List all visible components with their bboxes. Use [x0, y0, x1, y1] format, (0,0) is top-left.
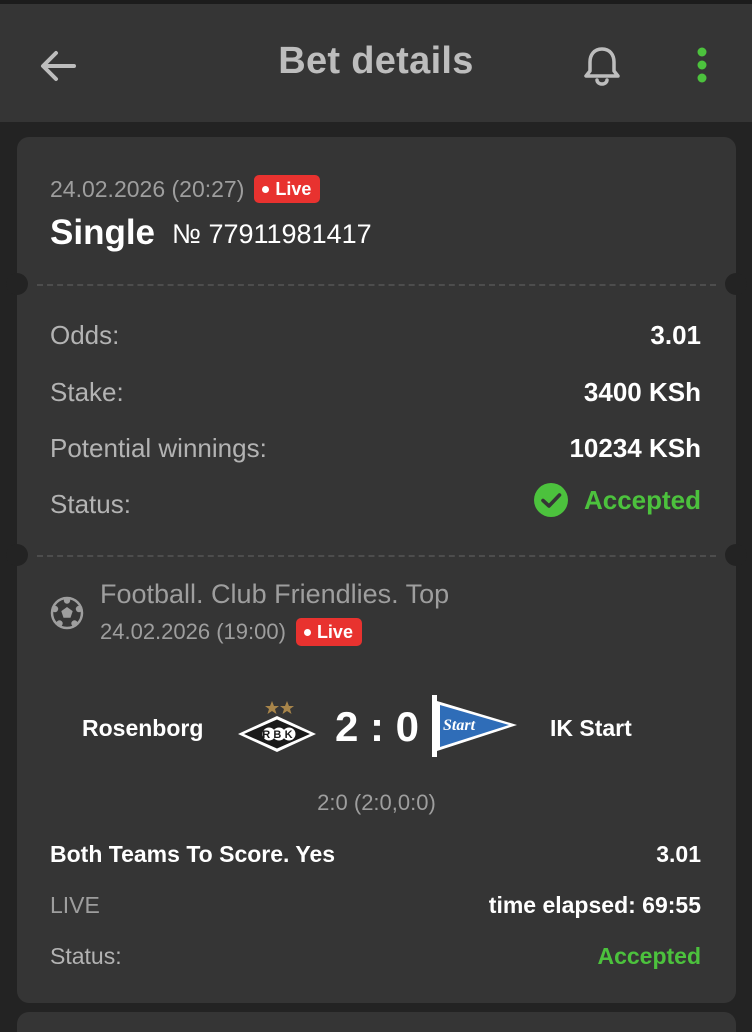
event-live-badge: Live	[295, 618, 362, 646]
odds-value: 3.01	[650, 320, 701, 350]
rosenborg-logo: RBK	[238, 701, 316, 752]
bet-type: Single	[50, 213, 156, 252]
bet-date: 24.02.2026 (20:27)	[50, 175, 245, 202]
match-score: 2 : 0	[334, 703, 420, 750]
event-date: 24.02.2026 (19:00)	[100, 619, 286, 644]
more-vertical-icon	[697, 47, 707, 83]
status-value-text: Accepted	[583, 484, 701, 515]
live-indicator-text: LIVE	[50, 892, 100, 918]
time-elapsed: time elapsed: 69:55	[488, 892, 701, 918]
bell-icon	[584, 47, 620, 86]
status-label: Status:	[50, 489, 131, 519]
stake-label: Stake:	[50, 377, 124, 407]
home-team-name: Rosenborg	[82, 715, 204, 741]
stake-value: 3400 KSh	[583, 377, 701, 407]
section-divider	[37, 284, 716, 286]
event-status-value: Accepted	[597, 943, 701, 969]
market-name: Both Teams To Score. Yes	[50, 841, 336, 867]
rosenborg-logo-text: RBK	[262, 729, 295, 741]
away-team-name: IK Start	[550, 715, 632, 741]
score-detail: 2:0 (2:0,0:0)	[317, 790, 436, 815]
winnings-label: Potential winnings:	[50, 433, 267, 463]
section-divider	[37, 555, 716, 557]
odds-label: Odds:	[50, 320, 120, 350]
event-date-line: 24.02.2026 (19:00) Live	[100, 618, 362, 646]
winnings-value: 10234 KSh	[569, 433, 701, 463]
card-notch	[6, 273, 28, 295]
live-dot-icon	[262, 185, 270, 193]
ik-start-logo: Start	[432, 695, 517, 757]
notifications-button[interactable]	[578, 42, 626, 90]
top-bar: Bet details	[0, 0, 752, 122]
event-status-label: Status:	[50, 943, 122, 969]
next-card-peek	[17, 1012, 736, 1032]
live-badge-label: Live	[275, 178, 312, 199]
live-dot-icon	[303, 628, 311, 636]
live-badge: Live	[254, 175, 321, 203]
bet-number: № 77911981417	[172, 219, 372, 249]
more-menu-button[interactable]	[684, 44, 720, 92]
football-icon	[50, 596, 84, 630]
event-live-badge-label: Live	[316, 621, 353, 642]
card-notch	[6, 544, 28, 566]
bet-card: 24.02.2026 (20:27) Live Single № 7791198…	[6, 137, 747, 1003]
league-name: Football. Club Friendlies. Top	[100, 579, 450, 609]
card-notch	[725, 273, 747, 295]
status-value: Accepted	[533, 483, 701, 517]
market-odds: 3.01	[656, 841, 701, 867]
bet-date-line: 24.02.2026 (20:27) Live	[50, 175, 321, 203]
page-title: Bet details	[278, 40, 474, 82]
check-circle-icon	[533, 483, 568, 517]
ik-start-logo-text: Start	[443, 717, 476, 734]
card-notch	[725, 544, 747, 566]
